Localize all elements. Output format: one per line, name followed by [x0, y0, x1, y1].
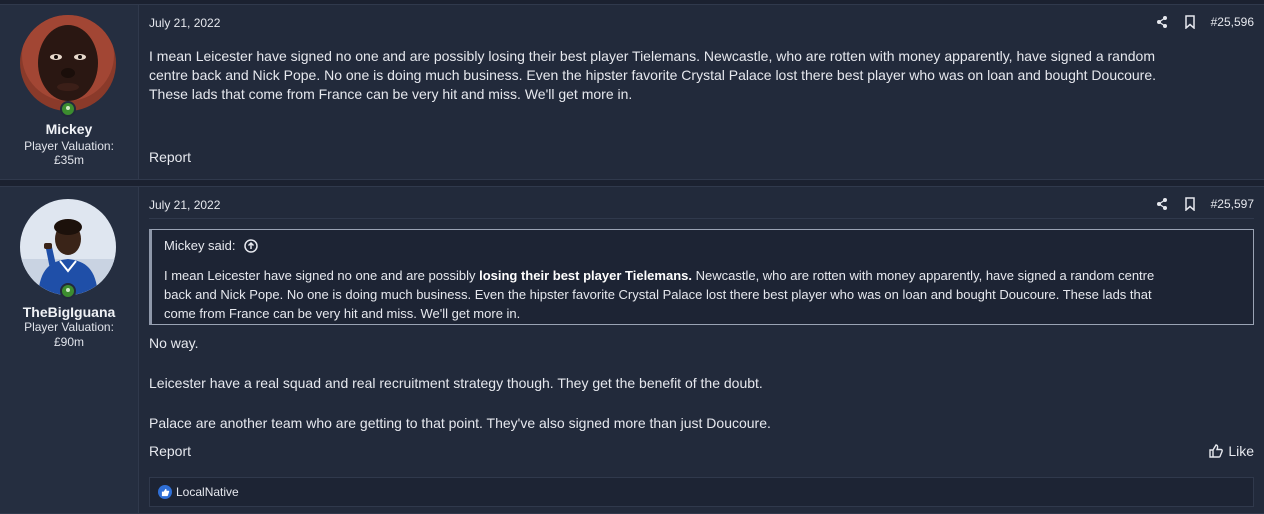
post-actions: #25,596 — [1155, 15, 1254, 29]
avatar[interactable] — [20, 199, 116, 295]
post-paragraph: Leicester have a real squad and real rec… — [149, 375, 763, 391]
post-paragraph: No way. — [149, 335, 199, 351]
like-reaction-icon — [158, 485, 172, 499]
quote-block: Mickey said: I mean Leicester have signe… — [149, 229, 1254, 325]
post-main: July 21, 2022 #25,596 I mean Leicester h… — [139, 5, 1264, 179]
quote-header[interactable]: Mickey said: — [164, 238, 258, 253]
avatar[interactable] — [20, 15, 116, 111]
online-status-icon — [60, 101, 76, 117]
valuation-value: £35m — [53, 153, 85, 167]
quote-line: back and Nick Pope. No one is doing much… — [164, 287, 1152, 302]
quote-author[interactable]: Mickey said: — [164, 238, 236, 253]
quote-body: I mean Leicester have signed no one and … — [164, 266, 1241, 323]
post-number[interactable]: #25,596 — [1211, 15, 1254, 29]
post-body: I mean Leicester have signed no one and … — [149, 47, 1248, 104]
post-line: These lads that come from France can be … — [149, 86, 633, 102]
post-25597: TheBigIguana Player Valuation: £90m July… — [0, 186, 1264, 514]
post-date[interactable]: July 21, 2022 — [149, 198, 220, 212]
post-25596: Mickey Player Valuation: £35m July 21, 2… — [0, 4, 1264, 180]
like-label: Like — [1228, 443, 1254, 459]
share-icon[interactable] — [1155, 15, 1169, 29]
jump-to-quote-icon[interactable] — [243, 238, 258, 253]
bookmark-icon[interactable] — [1183, 15, 1197, 29]
post-actions: #25,597 — [1155, 197, 1254, 211]
post-main: July 21, 2022 #25,597 Mickey said: I mea… — [139, 187, 1264, 513]
quote-line: come from France can be very hit and mis… — [164, 306, 521, 321]
reaction-user[interactable]: LocalNative — [176, 485, 239, 499]
post-date[interactable]: July 21, 2022 — [149, 16, 220, 30]
user-panel: TheBigIguana Player Valuation: £90m — [0, 187, 139, 513]
post-number[interactable]: #25,597 — [1211, 197, 1254, 211]
quote-text: I mean Leicester have signed no one and … — [164, 268, 480, 283]
username[interactable]: TheBigIguana — [0, 304, 138, 320]
share-icon[interactable] — [1155, 197, 1169, 211]
quote-line: I mean Leicester have signed no one and … — [164, 266, 1241, 285]
valuation-label: Player Valuation: — [24, 139, 114, 153]
post-paragraph: Palace are another team who are getting … — [149, 415, 771, 431]
report-link[interactable]: Report — [149, 443, 191, 459]
quote-bold-text: losing their best player Tielemans. — [479, 268, 692, 283]
valuation-label: Player Valuation: — [24, 320, 114, 334]
user-panel: Mickey Player Valuation: £35m — [0, 5, 139, 179]
online-status-icon — [60, 283, 76, 299]
like-button[interactable]: Like — [1208, 443, 1254, 459]
quote-text: Newcastle, who are rotten with money app… — [691, 268, 1155, 283]
post-body: No way. Leicester have a real squad and … — [149, 334, 1248, 433]
reactions-bar: LocalNative — [149, 477, 1254, 507]
thumbs-up-icon — [1209, 444, 1224, 458]
divider — [149, 218, 1254, 219]
bookmark-icon[interactable] — [1183, 197, 1197, 211]
username[interactable]: Mickey — [0, 121, 138, 137]
post-line: I mean Leicester have signed no one and … — [149, 48, 1155, 64]
valuation-value: £90m — [53, 335, 85, 349]
post-line: centre back and Nick Pope. No one is doi… — [149, 67, 1157, 83]
report-link[interactable]: Report — [149, 149, 191, 165]
